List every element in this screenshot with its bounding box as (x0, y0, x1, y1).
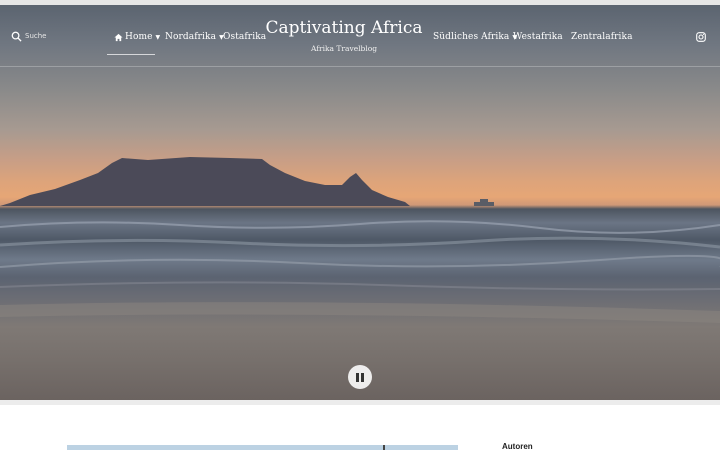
site-tagline: Afrika Travelblog (310, 44, 378, 53)
search-icon (11, 31, 22, 42)
nav-nordafrika-label: Nordafrika (165, 32, 217, 42)
pause-button[interactable] (348, 365, 372, 389)
home-icon (114, 33, 123, 41)
search-box[interactable] (11, 29, 85, 43)
ship (474, 202, 494, 206)
pause-icon (355, 372, 359, 382)
instagram-icon[interactable] (696, 32, 706, 42)
nav-home-label: Home (125, 32, 153, 42)
nav-westafrika[interactable]: Westafrika (513, 32, 563, 42)
mountain-silhouette (0, 157, 410, 206)
search-input[interactable] (25, 29, 85, 43)
nav-zentralafrika-label: Zentralafrika (571, 32, 633, 42)
sidebar-heading-authors: Autoren (502, 442, 533, 450)
nav-ostafrika[interactable]: Ostafrika (223, 32, 266, 42)
nav-ostafrika-label: Ostafrika (223, 32, 267, 42)
chevron-down-icon: ▼ (155, 33, 161, 41)
nav-suedliches-afrika[interactable]: Südliches Afrika ▼ (433, 32, 517, 42)
active-nav-underline (107, 54, 155, 55)
site-header: Home ▼ Nordafrika ▼ Ostafrika Captivatin… (0, 5, 720, 67)
featured-post-image[interactable] (67, 445, 458, 450)
site-title[interactable]: Captivating Africa (264, 18, 424, 38)
hero-divider (0, 400, 720, 405)
nav-nordafrika[interactable]: Nordafrika ▼ (165, 32, 224, 42)
nav-zentralafrika[interactable]: Zentralafrika (571, 32, 633, 42)
nav-home[interactable]: Home ▼ (114, 32, 160, 42)
nav-suedliches-afrika-label: Südliches Afrika (433, 32, 510, 42)
nav-westafrika-label: Westafrika (513, 32, 563, 42)
